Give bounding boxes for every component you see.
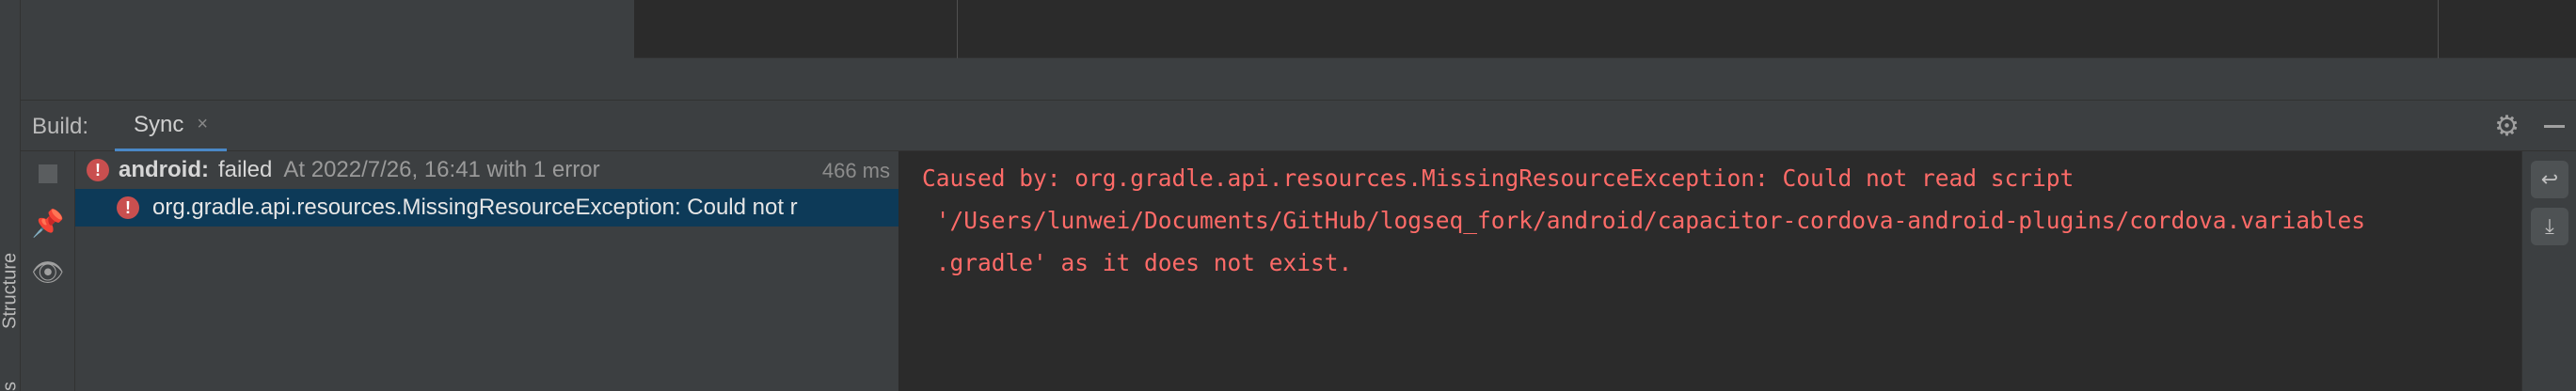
console-line: Caused by: org.gradle.api.resources.Miss… xyxy=(922,164,2075,192)
stop-icon xyxy=(39,164,57,183)
editor-area xyxy=(21,0,2576,100)
build-meta: At 2022/7/26, 16:41 with 1 error xyxy=(283,157,600,182)
tab-sync[interactable]: Sync × xyxy=(115,101,228,152)
soft-wrap-button[interactable]: ↩ xyxy=(2531,161,2568,198)
tree-row-error[interactable]: ! org.gradle.api.resources.MissingResour… xyxy=(75,189,898,227)
build-title: Build: xyxy=(32,114,89,139)
editor-divider xyxy=(957,0,958,58)
gear-icon[interactable]: ⚙ xyxy=(2494,110,2520,143)
scroll-to-end-icon: ⤓ xyxy=(2545,214,2554,238)
console-output[interactable]: Caused by: org.gradle.api.resources.Miss… xyxy=(899,151,2521,391)
stop-button[interactable] xyxy=(21,151,75,196)
minimize-icon[interactable] xyxy=(2544,125,2565,128)
tree-row-android[interactable]: ! android: failed At 2022/7/26, 16:41 wi… xyxy=(75,151,898,189)
pin-button[interactable]: 📌 xyxy=(21,200,75,245)
console-toolbar: ↩ ⤓ xyxy=(2521,151,2576,391)
build-tool-header: Build: Sync × ⚙ xyxy=(21,100,2576,152)
error-icon: ! xyxy=(87,159,109,181)
bottom-side-tab[interactable]: s xyxy=(0,357,21,391)
editor-gap xyxy=(21,58,2576,100)
structure-tab[interactable]: Structure xyxy=(0,207,21,329)
soft-wrap-icon: ↩ xyxy=(2540,167,2559,191)
error-icon: ! xyxy=(117,196,139,219)
pin-icon: 📌 xyxy=(31,208,65,238)
close-icon[interactable]: × xyxy=(197,114,208,135)
eye-icon: 👁 xyxy=(31,257,65,287)
tab-sync-label: Sync xyxy=(134,111,184,137)
header-actions: ⚙ xyxy=(2494,101,2576,152)
editor-divider xyxy=(2438,0,2439,58)
scroll-to-end-button[interactable]: ⤓ xyxy=(2531,208,2568,245)
view-options-button[interactable]: 👁 xyxy=(21,249,75,294)
build-side-toolbar: 📌 👁 xyxy=(21,151,75,391)
editor-panel xyxy=(634,0,2576,58)
console-line: .gradle' as it does not exist. xyxy=(922,249,1353,276)
module-name: android: xyxy=(119,157,209,182)
console-line: '/Users/lunwei/Documents/GitHub/logseq_f… xyxy=(922,207,2366,234)
left-tool-strip: Structure s xyxy=(0,0,21,391)
build-duration: 466 ms xyxy=(821,159,890,182)
error-message: org.gradle.api.resources.MissingResource… xyxy=(152,195,798,220)
build-status: failed xyxy=(218,157,273,182)
build-tree: ! android: failed At 2022/7/26, 16:41 wi… xyxy=(75,151,899,391)
